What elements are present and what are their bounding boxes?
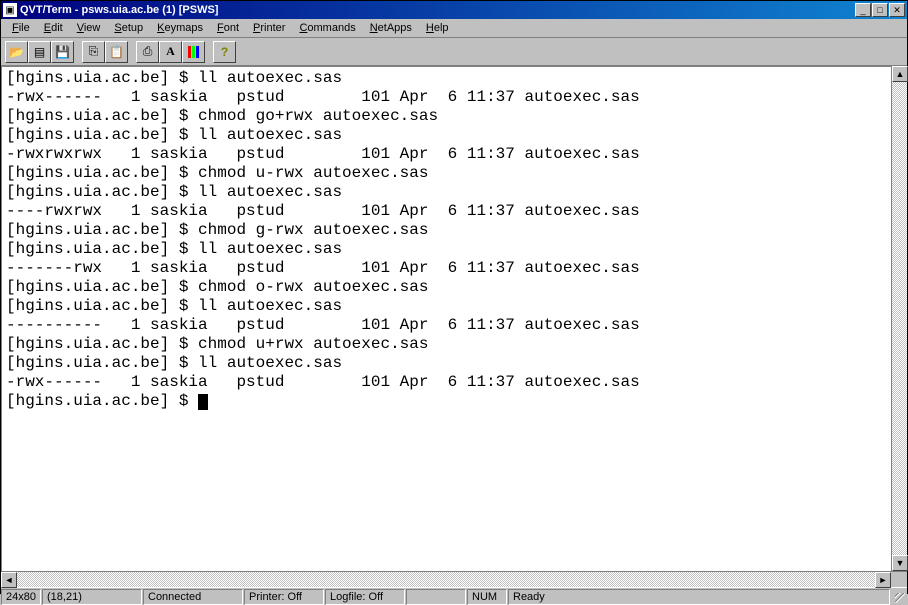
menu-netapps[interactable]: NetApps [363, 20, 419, 36]
scroll-track-h[interactable] [17, 572, 875, 587]
status-cursor-pos: (18,21) [42, 589, 142, 605]
scroll-right-button[interactable]: ► [875, 572, 891, 588]
status-termsize: 24x80 [1, 589, 41, 605]
font-icon: A [166, 44, 175, 59]
scroll-up-button[interactable]: ▲ [892, 66, 908, 82]
folder-open-icon: 📂 [9, 45, 24, 59]
toolbar-save-button[interactable]: 💾 [51, 41, 74, 63]
status-logfile: Logfile: Off [325, 589, 405, 605]
help-icon: ? [221, 45, 228, 59]
menu-font[interactable]: Font [210, 20, 246, 36]
floppy-icon: 💾 [55, 45, 70, 59]
menu-keymaps[interactable]: Keymaps [150, 20, 210, 36]
scrollbar-corner [891, 572, 907, 587]
toolbar: 📂 ▤ 💾 ⎘ 📋 ⎙ A ? [1, 38, 907, 66]
colors-icon [188, 46, 199, 58]
menu-commands[interactable]: Commands [292, 20, 362, 36]
resize-grip[interactable] [891, 589, 907, 605]
printer-icon: ⎙ [143, 44, 153, 59]
close-button[interactable]: ✕ [889, 3, 905, 17]
minimize-button[interactable]: _ [855, 3, 871, 17]
menu-help[interactable]: Help [419, 20, 456, 36]
toolbar-open-button[interactable]: 📂 [5, 41, 28, 63]
toolbar-help-button[interactable]: ? [213, 41, 236, 63]
app-icon: ▣ [3, 3, 17, 17]
toolbar-paste-button[interactable]: 📋 [105, 41, 128, 63]
scroll-down-button[interactable]: ▼ [892, 555, 908, 571]
status-printer: Printer: Off [244, 589, 324, 605]
statusbar: 24x80 (18,21) Connected Printer: Off Log… [1, 587, 907, 605]
window-controls: _ □ ✕ [855, 3, 905, 17]
titlebar[interactable]: ▣ QVT/Term - psws.uia.ac.be (1) [PSWS] _… [1, 1, 907, 19]
document-icon: ▤ [34, 45, 45, 59]
toolbar-print-button[interactable]: ⎙ [136, 41, 159, 63]
terminal-output[interactable]: [hgins.uia.ac.be] $ ll autoexec.sas -rwx… [1, 66, 891, 571]
copy-icon: ⎘ [89, 44, 99, 59]
status-connection: Connected [143, 589, 243, 605]
status-ready: Ready [508, 589, 890, 605]
menu-edit[interactable]: Edit [37, 20, 70, 36]
status-blank [406, 589, 466, 605]
horizontal-scrollbar[interactable]: ◄ ► [1, 571, 907, 587]
menubar: File Edit View Setup Keymaps Font Printe… [1, 19, 907, 38]
status-numlock: NUM [467, 589, 507, 605]
toolbar-copy-button[interactable]: ⎘ [82, 41, 105, 63]
scroll-left-button[interactable]: ◄ [1, 572, 17, 588]
toolbar-new-button[interactable]: ▤ [28, 41, 51, 63]
terminal-cursor [198, 394, 208, 410]
vertical-scrollbar[interactable]: ▲ ▼ [891, 66, 907, 571]
menu-file[interactable]: File [5, 20, 37, 36]
menu-setup[interactable]: Setup [107, 20, 150, 36]
toolbar-colors-button[interactable] [182, 41, 205, 63]
paste-icon: 📋 [109, 45, 124, 59]
toolbar-font-button[interactable]: A [159, 41, 182, 63]
scroll-track[interactable] [892, 82, 907, 555]
window-title: QVT/Term - psws.uia.ac.be (1) [PSWS] [20, 4, 855, 16]
maximize-button[interactable]: □ [872, 3, 888, 17]
menu-printer[interactable]: Printer [246, 20, 292, 36]
menu-view[interactable]: View [70, 20, 108, 36]
